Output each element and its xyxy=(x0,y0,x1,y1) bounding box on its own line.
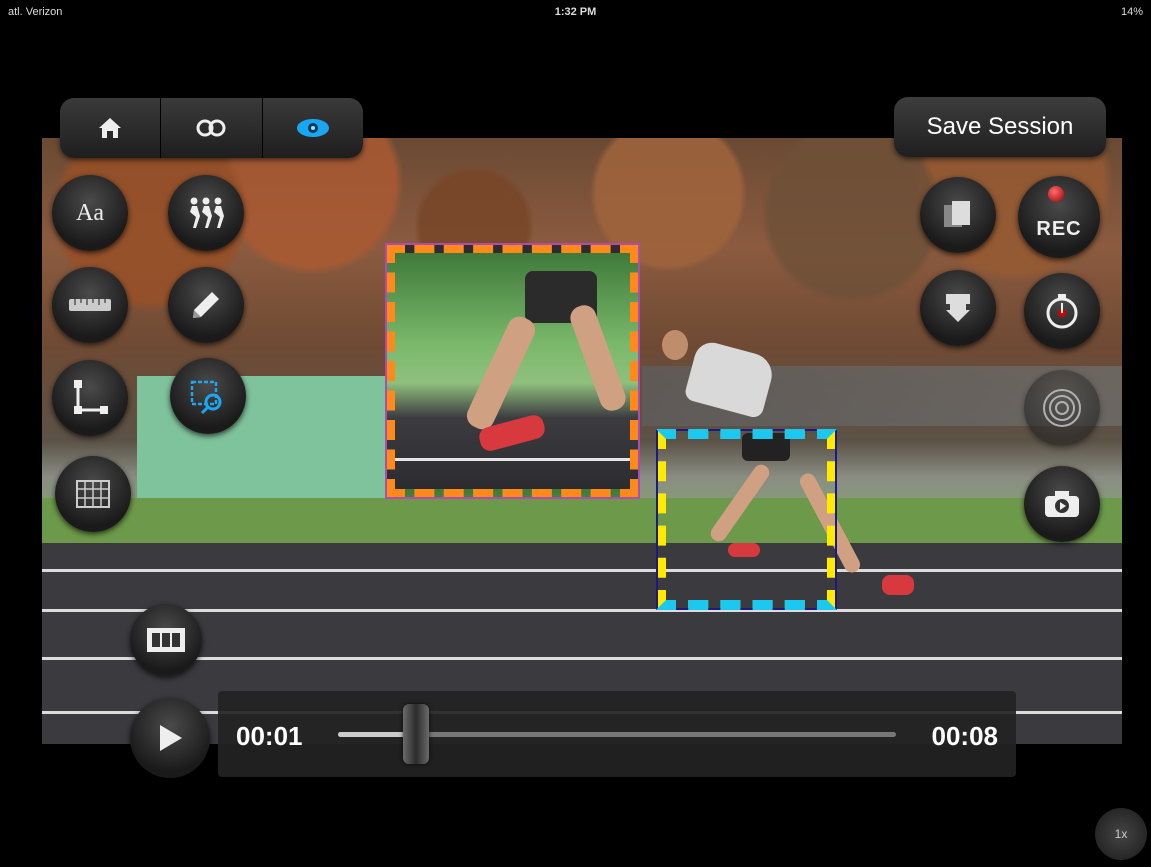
pencil-icon xyxy=(193,292,219,318)
play-icon xyxy=(160,725,182,751)
grid-icon xyxy=(76,480,110,508)
end-time: 00:08 xyxy=(931,721,999,751)
pencil-tool-button[interactable] xyxy=(168,267,244,343)
download-button[interactable] xyxy=(920,270,996,346)
save-session-button[interactable]: Save Session xyxy=(894,97,1106,157)
home-icon xyxy=(99,118,122,138)
zoom-preview-box[interactable] xyxy=(385,243,640,499)
zoom-lane-line xyxy=(395,458,630,461)
copy-button[interactable] xyxy=(920,177,996,253)
scrubber-track[interactable] xyxy=(338,704,896,764)
angle-icon xyxy=(74,380,108,414)
ruler-icon xyxy=(69,299,111,311)
ruler-tool-button[interactable] xyxy=(52,267,128,343)
record-dot-icon xyxy=(1048,186,1064,202)
download-icon xyxy=(946,294,970,322)
current-time: 00:01 xyxy=(236,721,303,751)
text-tool-icon: Aa xyxy=(76,199,104,226)
runner-head xyxy=(662,330,688,360)
view-button[interactable] xyxy=(263,98,363,158)
runners-icon xyxy=(190,197,224,228)
playback-speed-button[interactable]: 1x xyxy=(1095,808,1147,860)
filmstrip-button[interactable] xyxy=(130,604,202,676)
grid-tool-button[interactable] xyxy=(55,456,131,532)
grass-strip xyxy=(42,498,1122,543)
record-label: REC xyxy=(1036,217,1082,240)
lane-line xyxy=(42,609,1122,612)
record-button[interactable]: REC xyxy=(1018,176,1100,258)
magnifier-icon xyxy=(190,380,222,415)
zoom-leg xyxy=(566,301,630,415)
snapshot-button[interactable] xyxy=(1024,466,1100,542)
copy-icon xyxy=(944,201,970,227)
zoom-source-box[interactable] xyxy=(656,429,837,610)
camera-icon xyxy=(1045,491,1079,517)
playback-bar: 00:01 00:08 xyxy=(218,691,1016,777)
play-button[interactable] xyxy=(130,698,210,778)
runner-shoe xyxy=(882,575,914,595)
link-button[interactable] xyxy=(161,98,263,158)
clock-label: 1:32 PM xyxy=(554,6,597,18)
text-tool-button[interactable]: Aa xyxy=(52,175,128,251)
scrubber-handle[interactable] xyxy=(403,704,430,764)
home-button[interactable] xyxy=(60,98,162,158)
lane-line xyxy=(42,657,1122,660)
stopwatch-icon xyxy=(1046,294,1078,329)
zoom-tool-button[interactable] xyxy=(170,358,246,434)
link-icon xyxy=(196,119,226,137)
zoom-source-dashes xyxy=(656,429,837,610)
top-toolbar xyxy=(60,98,363,158)
angle-tool-button[interactable] xyxy=(52,360,128,436)
target-icon xyxy=(1043,389,1081,427)
motion-tool-button[interactable] xyxy=(168,175,244,251)
eye-icon xyxy=(296,119,329,137)
status-bar: atl. Verizon 1:32 PM 14% xyxy=(0,0,1151,24)
target-button[interactable] xyxy=(1024,370,1100,446)
timer-button[interactable] xyxy=(1024,273,1100,349)
lane-line xyxy=(42,569,1122,572)
filmstrip-icon xyxy=(147,628,185,652)
battery-label: 14% xyxy=(1120,6,1143,18)
